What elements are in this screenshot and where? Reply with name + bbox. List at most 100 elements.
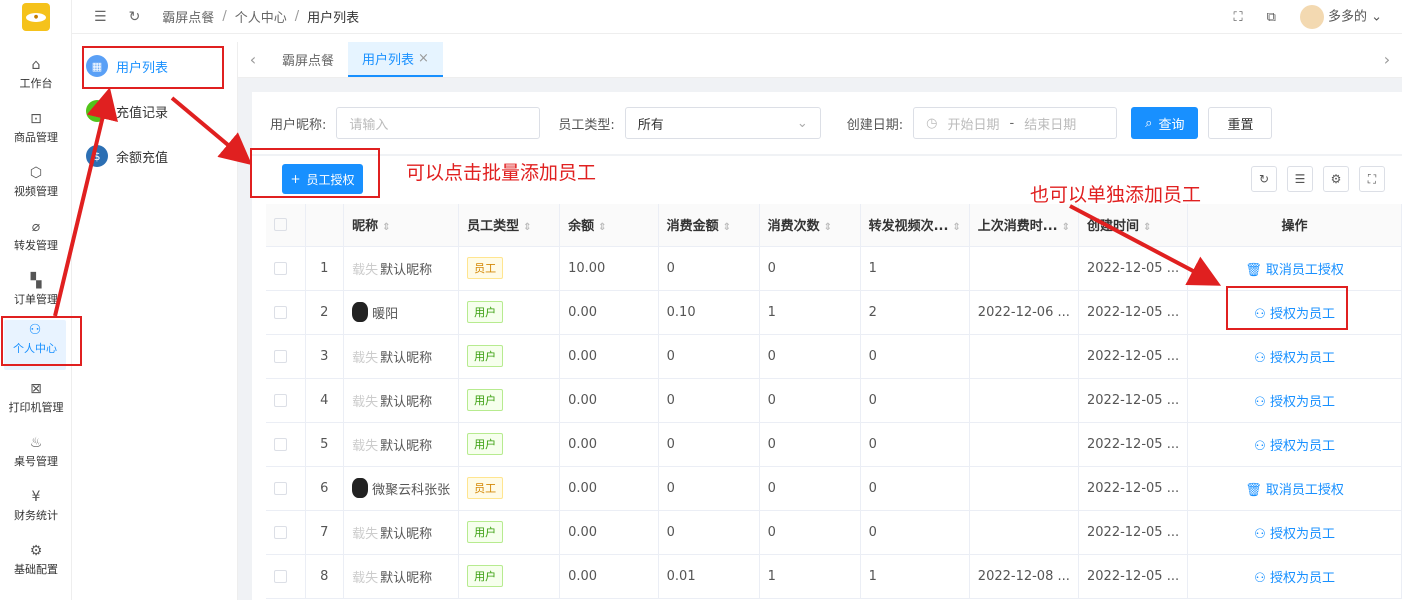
header-select-all[interactable] <box>266 204 306 247</box>
nav-item-config[interactable]: ⚙ 基础配置 <box>0 541 72 591</box>
status-badge: 员工 <box>467 257 504 279</box>
close-icon[interactable]: × <box>418 51 429 66</box>
cell-type: 用户 <box>458 554 561 599</box>
submenu-item-recharge-record[interactable]: ✎ 充值记录 <box>86 94 226 128</box>
header-last[interactable]: 上次消费时... ⇕ <box>969 204 1080 247</box>
content-area: 用户昵称: 请输入 员工类型: 所有 ⌄ 创建日期: ◷ 开始日期 - 结束日期 … <box>238 78 1402 600</box>
cell-created: 2022-12-05 ... <box>1078 290 1189 335</box>
cell-type: 用户 <box>458 290 561 335</box>
menu-fold-icon[interactable]: ☰ <box>94 9 107 25</box>
row-checkbox[interactable] <box>266 510 306 555</box>
cell-count: 0 <box>759 334 861 379</box>
cell-type: 用户 <box>458 334 561 379</box>
translate-icon[interactable]: ⧉ <box>1267 10 1276 25</box>
table-row: 5 载失 默认昵称 用户 0.00 0 0 0 2022-12-05 ... ⚇ 授权为员工 <box>266 422 1402 467</box>
row-checkbox[interactable] <box>266 466 306 511</box>
header-amount[interactable]: 消费金额 ⇕ <box>658 204 760 247</box>
nav-item-workbench[interactable]: ⌂ 工作台 <box>0 55 72 105</box>
submenu-item-balance-recharge[interactable]: $ 余额充值 <box>86 139 226 173</box>
cell-created: 2022-12-05 ... <box>1078 334 1189 379</box>
refresh-icon[interactable]: ↻ <box>129 9 141 25</box>
nav-item-goods[interactable]: ⊡ 商品管理 <box>0 109 72 159</box>
cell-amount: 0.01 <box>658 554 760 599</box>
row-index: 3 <box>305 334 345 379</box>
row-checkbox[interactable] <box>266 334 306 379</box>
annotation-single-text: 也可以单独添加员工 <box>1030 184 1202 206</box>
settings-icon[interactable]: ⚙ <box>1323 166 1349 192</box>
nav-item-tables[interactable]: ♨ 桌号管理 <box>0 433 72 483</box>
trash-icon: 🗑 <box>1245 482 1262 498</box>
nickname-input[interactable]: 请输入 <box>336 107 541 139</box>
row-checkbox[interactable] <box>266 290 306 335</box>
row-action-button[interactable]: ⚇ 授权为员工 <box>1187 422 1402 467</box>
row-action-button[interactable]: ⚇ 授权为员工 <box>1187 334 1402 379</box>
cell-last <box>969 334 1080 379</box>
row-checkbox[interactable] <box>266 554 306 599</box>
cell-count: 1 <box>759 290 861 335</box>
cell-nickname: 载失 默认昵称 <box>343 334 460 379</box>
gears-icon: ⚙ <box>29 543 43 559</box>
nav-item-orders[interactable]: ▚ 订单管理 <box>0 271 72 321</box>
nav-item-printer[interactable]: ⊠ 打印机管理 <box>0 379 72 429</box>
cell-balance: 0.00 <box>559 466 659 511</box>
row-index: 7 <box>305 510 345 555</box>
user-icon: ⚇ <box>1254 438 1266 454</box>
row-checkbox[interactable] <box>266 378 306 423</box>
cell-amount: 0 <box>658 466 760 511</box>
fullscreen-icon[interactable]: ⛶ <box>1234 10 1243 25</box>
breadcrumb-item[interactable]: 霸屏点餐 <box>162 7 214 26</box>
breadcrumb-item[interactable]: 个人中心 <box>235 7 287 26</box>
cell-forward: 0 <box>860 466 970 511</box>
cell-nickname: 载失 默认昵称 <box>343 378 460 423</box>
header-created[interactable]: 创建时间 ⇕ <box>1078 204 1189 247</box>
cell-amount: 0 <box>658 422 760 467</box>
header-forward[interactable]: 转发视频次... ⇕ <box>860 204 970 247</box>
cell-forward: 0 <box>860 378 970 423</box>
type-select[interactable]: 所有 ⌄ <box>624 107 821 139</box>
cell-count: 1 <box>759 554 861 599</box>
row-index: 8 <box>305 554 345 599</box>
user-table: 昵称 ⇕ 员工类型 ⇕ 余额 ⇕ 消费金额 ⇕ 消费次数 ⇕ 转发视频次... ⇕ 上次消费… <box>266 204 1402 599</box>
sub-menu: ▦ 用户列表 ✎ 充值记录 $ 余额充值 <box>72 42 238 600</box>
row-action-button[interactable]: ⚇ 授权为员工 <box>1187 510 1402 555</box>
tabs-left-arrow-icon[interactable]: ‹ <box>238 42 268 77</box>
date-range-picker[interactable]: ◷ 开始日期 - 结束日期 <box>913 107 1118 139</box>
header-nickname[interactable]: 昵称 ⇕ <box>343 204 460 247</box>
paperclip-icon: ⌀ <box>31 219 41 235</box>
nav-item-video[interactable]: ⬡ 视频管理 <box>0 163 72 213</box>
density-icon[interactable]: ☰ <box>1287 166 1313 192</box>
row-checkbox[interactable] <box>266 246 306 291</box>
user-icon: ⚇ <box>1254 526 1266 542</box>
cell-count: 0 <box>759 422 861 467</box>
header-type[interactable]: 员工类型 ⇕ <box>458 204 561 247</box>
row-action-button[interactable]: ⚇ 授权为员工 <box>1187 554 1402 599</box>
tabs-bar: ‹ 霸屏点餐 用户列表 × › <box>238 42 1402 78</box>
row-action-button[interactable]: ⚇ 授权为员工 <box>1187 378 1402 423</box>
tab-home[interactable]: 霸屏点餐 <box>268 42 348 77</box>
row-checkbox[interactable] <box>266 422 306 467</box>
table-row: 7 载失 默认昵称 用户 0.00 0 0 0 2022-12-05 ... ⚇ 授权为员工 <box>266 510 1402 555</box>
header-count[interactable]: 消费次数 ⇕ <box>759 204 861 247</box>
date-label: 创建日期: <box>846 117 904 133</box>
tabs-right-arrow-icon[interactable]: › <box>1372 42 1402 77</box>
header-balance[interactable]: 余额 ⇕ <box>559 204 659 247</box>
fullscreen-icon[interactable]: ⛶ <box>1359 166 1385 192</box>
nav-item-finance[interactable]: ¥ 财务统计 <box>0 487 72 537</box>
query-button[interactable]: ⌕ 查询 <box>1131 107 1199 139</box>
row-action-button[interactable]: 🗑 取消员工授权 <box>1187 246 1402 291</box>
user-menu[interactable]: 多多的 ⌄ <box>1299 5 1382 29</box>
cell-nickname: 暖阳 <box>343 290 460 335</box>
cell-type: 员工 <box>458 466 561 511</box>
nav-item-forward[interactable]: ⌀ 转发管理 <box>0 217 72 267</box>
cell-type: 用户 <box>458 510 561 555</box>
row-action-button[interactable]: 🗑 取消员工授权 <box>1187 466 1402 511</box>
status-badge: 用户 <box>467 301 504 323</box>
cell-amount: 0 <box>658 334 760 379</box>
cell-created: 2022-12-05 ... <box>1078 466 1189 511</box>
cell-created: 2022-12-05 ... <box>1078 246 1189 291</box>
reset-button[interactable]: 重置 <box>1208 107 1273 139</box>
tab-user-list[interactable]: 用户列表 × <box>348 42 443 77</box>
refresh-icon[interactable]: ↻ <box>1251 166 1277 192</box>
cell-last <box>969 422 1080 467</box>
cell-last <box>969 378 1080 423</box>
